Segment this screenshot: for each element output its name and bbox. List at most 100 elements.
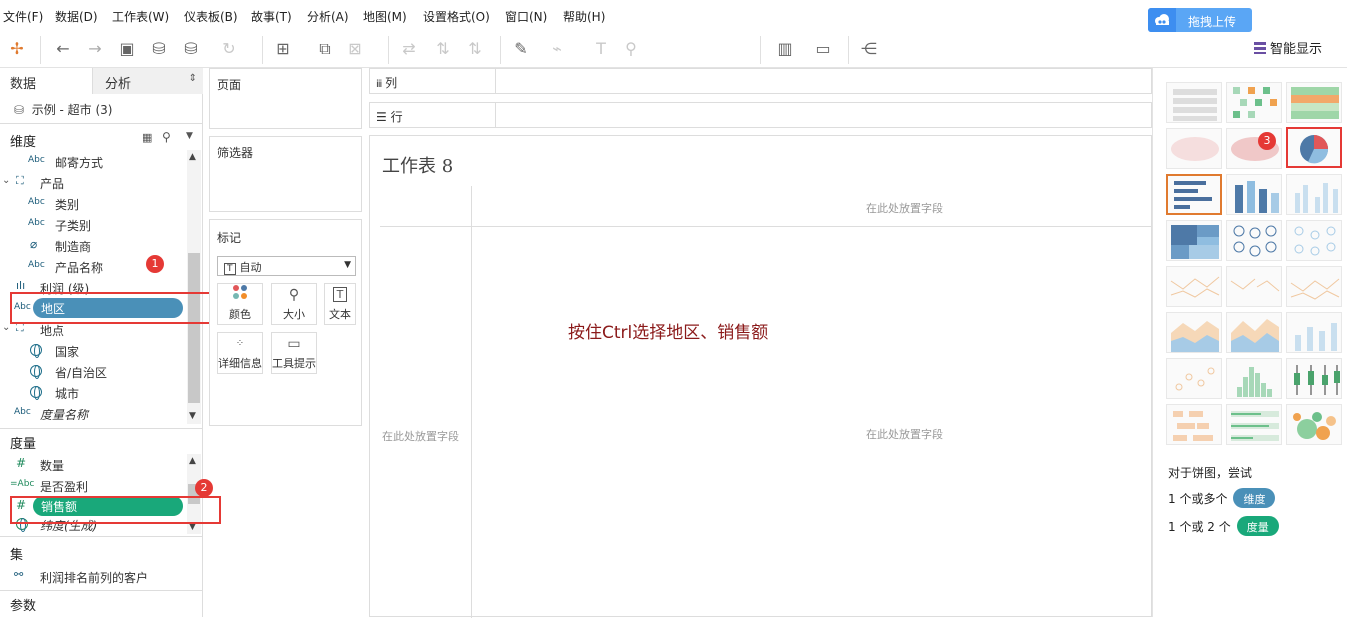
chart-scatter-plot[interactable] bbox=[1166, 358, 1222, 399]
columns-label: iii 列 bbox=[376, 74, 397, 91]
highlight-icon[interactable]: ✎ bbox=[510, 38, 532, 60]
mark-type-select[interactable]: T 自动 ▼ bbox=[217, 256, 356, 276]
tab-data[interactable]: 数据 bbox=[0, 68, 93, 94]
view-toggle-icon[interactable]: ▦ bbox=[142, 131, 152, 144]
label-icon[interactable]: T bbox=[590, 38, 612, 60]
share-icon[interactable]: ⋲ bbox=[858, 38, 880, 60]
smart-show-tab[interactable]: 智能显示 bbox=[1254, 38, 1322, 57]
pause-updates-icon[interactable]: ⛁ bbox=[180, 38, 202, 60]
new-worksheet-icon[interactable]: ⊞ bbox=[272, 38, 294, 60]
tooltip-button[interactable]: ▭ 工具提示 bbox=[271, 332, 317, 374]
detail-icon: ⁘ bbox=[235, 338, 245, 349]
pages-card[interactable]: 页面 bbox=[209, 68, 362, 129]
menu-help[interactable]: 帮助(H) bbox=[563, 8, 605, 25]
menu-dashboard[interactable]: 仪表板(B) bbox=[184, 8, 238, 25]
scroll-down-icon[interactable]: ▼ bbox=[189, 411, 196, 421]
field-subcategory[interactable]: Abc 子类别 bbox=[0, 214, 186, 235]
field-label: 城市 bbox=[55, 387, 80, 401]
field-label: 类别 bbox=[55, 198, 80, 212]
field-category[interactable]: Abc 类别 bbox=[0, 193, 186, 214]
chart-dual-combination[interactable] bbox=[1286, 312, 1342, 353]
field-measure-names[interactable]: Abc 度量名称 bbox=[0, 403, 186, 424]
undo-icon[interactable]: ← bbox=[52, 38, 74, 60]
menu-map[interactable]: 地图(M) bbox=[363, 8, 407, 25]
field-product[interactable]: ⌄ ⛶ 产品 bbox=[0, 172, 186, 193]
chart-lines-discrete[interactable] bbox=[1226, 266, 1282, 307]
row-dropzone[interactable]: 在此处放置字段 bbox=[382, 428, 459, 444]
chart-symbol-map[interactable] bbox=[1166, 128, 1222, 169]
color-button[interactable]: 颜色 bbox=[217, 283, 263, 325]
tab-analysis[interactable]: 分析 ⇕ bbox=[93, 68, 203, 94]
scrollbar-thumb[interactable] bbox=[188, 253, 200, 403]
menu-story[interactable]: 故事(T) bbox=[251, 8, 292, 25]
chart-highlight-table[interactable] bbox=[1286, 82, 1342, 123]
chart-side-by-side-circles[interactable] bbox=[1286, 220, 1342, 261]
globe-icon bbox=[30, 386, 42, 400]
presentation-icon[interactable]: ▭ bbox=[812, 38, 834, 60]
field-shipping-mode[interactable]: Abc 邮寄方式 bbox=[0, 151, 186, 172]
bin-icon: ılı bbox=[16, 279, 26, 292]
chart-treemap[interactable] bbox=[1166, 220, 1222, 261]
menu-window[interactable]: 窗口(N) bbox=[505, 8, 547, 25]
chart-histogram[interactable] bbox=[1226, 358, 1282, 399]
chart-text-table[interactable] bbox=[1166, 82, 1222, 123]
requirement-dimensions: 1 个或多个 维度 bbox=[1168, 488, 1276, 508]
column-dropzone[interactable]: 在此处放置字段 bbox=[866, 200, 943, 216]
menu-format[interactable]: 设置格式(O) bbox=[423, 8, 490, 25]
chart-pie[interactable] bbox=[1286, 127, 1342, 168]
field-is-profitable[interactable]: =Abc 是否盈利 bbox=[0, 475, 186, 496]
show-cards-icon[interactable]: ▥ bbox=[774, 38, 796, 60]
pin-icon[interactable]: ⚲ bbox=[620, 38, 642, 60]
field-manufacturer[interactable]: ⌀ 制造商 bbox=[0, 235, 186, 256]
rows-shelf[interactable]: ☰ 行 bbox=[369, 102, 1152, 128]
chart-horizontal-bars[interactable] bbox=[1166, 174, 1222, 215]
chart-gantt[interactable] bbox=[1166, 404, 1222, 445]
field-province[interactable]: 省/自治区 bbox=[0, 361, 186, 382]
clear-sheet-icon[interactable]: ⊠ bbox=[344, 38, 366, 60]
chart-circle-views[interactable] bbox=[1226, 220, 1282, 261]
save-icon[interactable]: ▣ bbox=[116, 38, 138, 60]
dimensions-scrollbar[interactable]: ▲ ▼ bbox=[187, 150, 201, 424]
field-city[interactable]: 城市 bbox=[0, 382, 186, 403]
chart-bullet[interactable] bbox=[1226, 404, 1282, 445]
refresh-icon[interactable]: ↻ bbox=[218, 38, 240, 60]
menu-file[interactable]: 文件(F) bbox=[3, 8, 43, 25]
swap-icon[interactable]: ⇄ bbox=[398, 38, 420, 60]
size-button[interactable]: ⚲ 大小 bbox=[271, 283, 317, 325]
columns-shelf[interactable]: iii 列 bbox=[369, 68, 1152, 94]
filters-card[interactable]: 筛选器 bbox=[209, 136, 362, 212]
chart-area-discrete[interactable] bbox=[1226, 312, 1282, 353]
field-quantity[interactable]: # 数量 bbox=[0, 454, 186, 475]
chart-area-continuous[interactable] bbox=[1166, 312, 1222, 353]
tableau-logo-icon[interactable]: ✢ bbox=[6, 38, 28, 60]
group-icon[interactable]: ⌁ bbox=[546, 38, 568, 60]
sort-asc-icon[interactable]: ⇅ bbox=[432, 38, 454, 60]
menu-analysis[interactable]: 分析(A) bbox=[307, 8, 349, 25]
duplicate-sheet-icon[interactable]: ⧉ bbox=[314, 38, 336, 60]
redo-icon[interactable]: → bbox=[84, 38, 106, 60]
chart-packed-bubbles[interactable] bbox=[1286, 404, 1342, 445]
chart-side-by-side-bars[interactable] bbox=[1286, 174, 1342, 215]
chevron-down-icon[interactable]: ▼ bbox=[186, 131, 193, 141]
sheet-title[interactable]: 工作表 8 bbox=[382, 152, 453, 178]
chart-box-plot[interactable] bbox=[1286, 358, 1342, 399]
field-label: 制造商 bbox=[55, 240, 92, 254]
upload-button[interactable]: 拖拽上传 bbox=[1148, 8, 1252, 32]
field-top-customers-set[interactable]: ⚯ 利润排名前列的客户 bbox=[0, 566, 186, 587]
chart-heat-map[interactable] bbox=[1226, 82, 1282, 123]
field-country[interactable]: 国家 bbox=[0, 340, 186, 361]
scroll-up-icon[interactable]: ▲ bbox=[189, 456, 196, 466]
detail-button[interactable]: ⁘ 详细信息 bbox=[217, 332, 263, 374]
scroll-up-icon[interactable]: ▲ bbox=[189, 152, 196, 162]
search-icon[interactable]: ⚲ bbox=[162, 130, 171, 144]
chart-stacked-bars[interactable] bbox=[1226, 174, 1282, 215]
view-dropzone[interactable]: 在此处放置字段 bbox=[866, 426, 943, 442]
menu-worksheet[interactable]: 工作表(W) bbox=[112, 8, 169, 25]
text-button[interactable]: T 文本 bbox=[324, 283, 356, 325]
chart-lines-continuous[interactable] bbox=[1166, 266, 1222, 307]
sort-desc-icon[interactable]: ⇅ bbox=[464, 38, 486, 60]
chart-dual-lines[interactable] bbox=[1286, 266, 1342, 307]
datasource[interactable]: ⛁ 示例 - 超市 (3) bbox=[14, 101, 112, 118]
menu-data[interactable]: 数据(D) bbox=[55, 8, 98, 25]
new-datasource-icon[interactable]: ⛁ bbox=[148, 38, 170, 60]
